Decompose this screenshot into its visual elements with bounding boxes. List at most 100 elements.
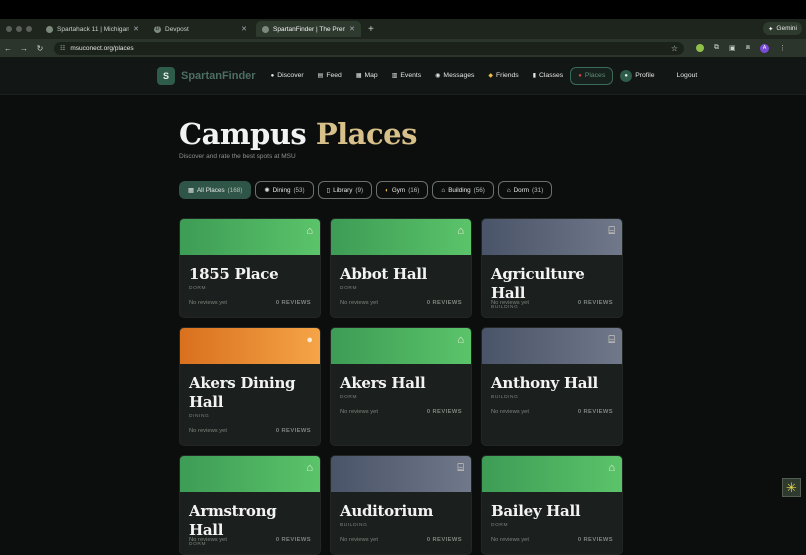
card-banner: ⌂ xyxy=(331,328,471,364)
nav-events[interactable]: ▥ Events xyxy=(385,67,428,85)
gemini-button[interactable]: ✦ Gemini xyxy=(762,22,802,35)
reviews-count: 0 REVIEWS xyxy=(275,300,311,306)
browser-tab-devpost[interactable]: D Devpost ✕ xyxy=(148,21,253,37)
house-icon: ⌂ xyxy=(457,225,464,237)
place-card[interactable]: ⌂ Abbot Hall DORM No reviews yet 0 REVIEWS xyxy=(330,218,472,318)
extensions-area: ⧉ ▣ ⧈ A ⋮ xyxy=(696,43,786,53)
nav-links: ● Discover ▤ Feed ▦ Map ▥ Events ◉ Messages ◆… xyxy=(264,66,705,85)
filter-count: (56) xyxy=(473,186,485,194)
nav-label: Map xyxy=(364,72,378,79)
place-category: DINING xyxy=(189,413,210,419)
building-icon: ⌸ xyxy=(608,225,615,237)
extension-icon[interactable] xyxy=(696,44,704,52)
browser-tab-spartanfinder[interactable]: SpartanFinder | The Premium ✕ xyxy=(256,21,361,37)
back-icon[interactable]: ← xyxy=(0,44,16,53)
nav-messages[interactable]: ◉ Messages xyxy=(428,67,481,85)
nav-label: Places xyxy=(584,72,606,79)
reviews-text: No reviews yet xyxy=(340,409,379,415)
nav-feed[interactable]: ▤ Feed xyxy=(311,67,349,85)
friends-icon: ◆ xyxy=(488,73,494,79)
side-panel-icon[interactable]: ▣ xyxy=(729,44,736,52)
close-window-button[interactable] xyxy=(6,26,12,32)
reload-icon[interactable]: ↻ xyxy=(32,44,48,53)
reviews-count: 0 REVIEWS xyxy=(577,409,613,415)
close-icon[interactable]: ✕ xyxy=(349,25,355,33)
filter-all[interactable]: ▦ All Places (168) xyxy=(179,181,252,199)
user-avatar-icon: ● xyxy=(620,69,633,82)
nav-friends[interactable]: ◆ Friends xyxy=(481,67,525,85)
bookmark-star-icon[interactable]: ☆ xyxy=(671,44,678,53)
nav-places[interactable]: ● Places xyxy=(570,66,614,85)
profile-avatar[interactable]: A xyxy=(760,43,770,53)
page-subtitle: Discover and rate the best spots at MSU xyxy=(179,153,296,160)
nav-label: Events xyxy=(400,72,422,79)
logout-button[interactable]: Logout xyxy=(662,67,705,85)
window-controls xyxy=(6,26,32,32)
filter-building[interactable]: ⌂ Building (56) xyxy=(432,181,494,199)
reviews-text: No reviews yet xyxy=(491,537,530,543)
os-menu-bar xyxy=(0,0,806,19)
reviews-text: No reviews yet xyxy=(340,300,379,306)
puzzle-icon[interactable]: ⧉ xyxy=(714,44,719,52)
place-category: BUILDING xyxy=(340,522,368,528)
nav-profile[interactable]: ● Profile xyxy=(613,67,661,85)
nav-classes[interactable]: ▮ Classes xyxy=(526,67,571,85)
nav-discover[interactable]: ● Discover xyxy=(264,67,311,85)
dining-icon: ● xyxy=(306,334,313,346)
filter-gym[interactable]: ◐ Gym (16) xyxy=(376,181,429,199)
site-logo[interactable]: S SpartanFinder xyxy=(157,66,256,85)
place-card[interactable]: ⌂ Armstrong Hall DORM No reviews yet 0 REV… xyxy=(179,455,321,555)
place-name: Bailey Hall xyxy=(491,502,581,520)
place-category: BUILDING xyxy=(491,394,519,400)
library-icon: ▯ xyxy=(326,186,331,194)
card-banner: ⌸ xyxy=(482,219,622,255)
place-card[interactable]: ⌸ Anthony Hall BUILDING No reviews yet 0 R… xyxy=(481,327,623,446)
close-icon[interactable]: ✕ xyxy=(241,25,247,33)
forward-icon[interactable]: → xyxy=(16,44,32,53)
title-accent: Places xyxy=(315,117,418,151)
card-banner: ⌂ xyxy=(180,219,320,255)
globe-icon xyxy=(262,25,269,33)
house-icon: ⌂ xyxy=(608,462,615,474)
place-card[interactable]: ● Akers Dining Hall DINING No reviews yet… xyxy=(179,327,321,446)
maximize-window-button[interactable] xyxy=(26,26,32,32)
nav-label: Logout xyxy=(676,72,698,79)
card-banner: ⌂ xyxy=(180,456,320,492)
building-icon: ⌸ xyxy=(608,334,615,346)
browser-tab-spartahack[interactable]: Spartahack 11 | Michigan State ✕ xyxy=(40,21,145,37)
gemini-label: Gemini xyxy=(776,25,797,32)
close-icon[interactable]: ✕ xyxy=(133,25,139,33)
title-main: Campus xyxy=(179,117,307,151)
nav-label: Feed xyxy=(326,72,342,79)
place-category: DORM xyxy=(340,394,358,400)
address-bar[interactable]: ☷ msuconect.org/places ☆ xyxy=(54,41,684,55)
place-card[interactable]: ⌸ Agriculture Hall BUILDING No reviews ye… xyxy=(481,218,623,318)
filter-count: (53) xyxy=(293,186,305,194)
place-card[interactable]: ⌂ Akers Hall DORM No reviews yet 0 REVIEWS xyxy=(330,327,472,446)
sparkle-widget-icon[interactable]: ✳ xyxy=(782,478,801,497)
filter-count: (9) xyxy=(355,186,364,194)
reviews-count: 0 REVIEWS xyxy=(426,409,462,415)
filter-library[interactable]: ▯ Library (9) xyxy=(317,181,373,199)
place-category: DORM xyxy=(491,522,509,528)
new-tab-button[interactable]: + xyxy=(368,24,374,35)
card-banner: ⌸ xyxy=(482,328,622,364)
calendar-icon: ▥ xyxy=(391,73,398,79)
reviews-count: 0 REVIEWS xyxy=(577,537,613,543)
place-card[interactable]: ⌂ Bailey Hall DORM No reviews yet 0 REVIEW… xyxy=(481,455,623,555)
place-name: Abbot Hall xyxy=(340,265,428,283)
card-banner: ● xyxy=(180,328,320,364)
minimize-window-button[interactable] xyxy=(16,26,22,32)
place-card[interactable]: ⌸ Auditorium BUILDING No reviews yet 0 REV… xyxy=(330,455,472,555)
house-icon: ⌂ xyxy=(306,225,313,237)
gym-icon: ◐ xyxy=(385,186,389,194)
filter-dining[interactable]: ✺ Dining (53) xyxy=(255,181,314,199)
filter-count: (168) xyxy=(227,186,243,194)
reviews-count: 0 REVIEWS xyxy=(426,537,462,543)
nav-map[interactable]: ▦ Map xyxy=(349,67,385,85)
place-card[interactable]: ⌂ 1855 Place DORM No reviews yet 0 REVIEWS xyxy=(179,218,321,318)
menu-dots-icon[interactable]: ⋮ xyxy=(779,44,786,52)
site-settings-icon[interactable]: ☷ xyxy=(60,45,65,52)
tab-search-icon[interactable]: ⧈ xyxy=(746,44,750,52)
filter-dorm[interactable]: ⌂ Dorm (31) xyxy=(497,181,553,199)
